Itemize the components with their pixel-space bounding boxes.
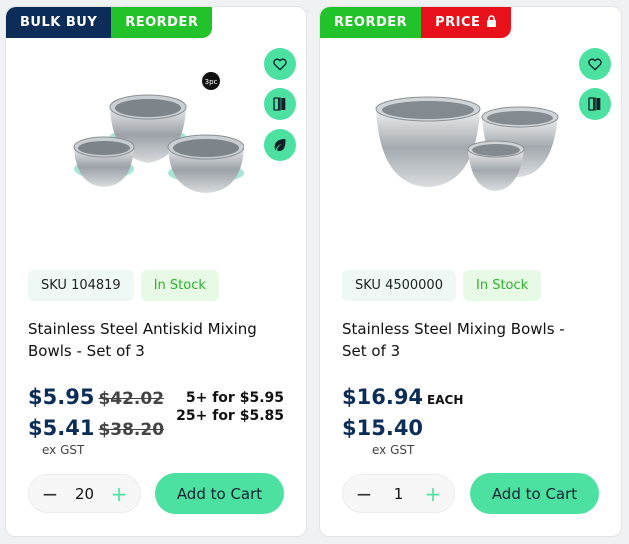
eco-button[interactable]: [264, 129, 296, 161]
wishlist-button[interactable]: [264, 48, 296, 80]
sku-tag: SKU 104819: [28, 270, 134, 301]
minus-icon[interactable]: −: [39, 482, 61, 506]
price-primary: $5.95 $42.02: [28, 385, 164, 409]
lock-icon: [486, 14, 497, 31]
plus-icon[interactable]: +: [108, 482, 130, 506]
tag-row: SKU 104819 In Stock: [28, 270, 219, 301]
reorder-badge: REORDER: [320, 7, 422, 38]
price-old-alt: $38.20: [98, 420, 165, 440]
price-badge-label: PRICE: [435, 15, 481, 30]
quantity-value[interactable]: 20: [75, 485, 94, 503]
heart-icon: [273, 58, 287, 71]
image-tag: 3pc: [205, 78, 218, 86]
price-current-alt: $5.41: [28, 416, 95, 440]
stock-status-badge: In Stock: [462, 270, 542, 301]
price-secondary: $5.41 $38.20: [28, 416, 164, 440]
add-to-cart-button[interactable]: Add to Cart: [470, 473, 599, 514]
stock-status-badge: In Stock: [140, 270, 219, 301]
compare-icon: [273, 97, 286, 111]
price-current-alt: $15.40: [342, 416, 424, 440]
product-image: [375, 96, 559, 191]
minus-icon[interactable]: −: [353, 482, 375, 506]
compare-button[interactable]: [264, 88, 296, 120]
bulk-tier: 5+ for $5.95: [185, 390, 284, 406]
quantity-stepper: − 20 +: [28, 474, 141, 513]
price-primary: $16.94 EACH: [342, 385, 463, 409]
price-unit: EACH: [427, 393, 464, 407]
product-title[interactable]: Stainless Steel Antiskid Mixing Bowls - …: [28, 318, 278, 362]
tag-row: SKU 4500000 In Stock: [342, 270, 542, 301]
reorder-badge: REORDER: [111, 7, 213, 38]
bulk-tier: 25+ for $5.85: [176, 408, 284, 424]
leaf-icon: [274, 139, 286, 151]
add-to-cart-button[interactable]: Add to Cart: [155, 473, 284, 514]
sku-tag: SKU 4500000: [342, 270, 456, 301]
product-card: REORDER PRICE SKU 4500000 In Stock Stain…: [319, 6, 622, 537]
price-lock-badge: PRICE: [421, 7, 512, 38]
reorder-badge-label: REORDER: [334, 15, 408, 30]
price-current: $16.94: [342, 385, 424, 409]
price-secondary: $15.40: [342, 416, 423, 440]
badge-row: REORDER PRICE: [320, 7, 512, 38]
wishlist-button[interactable]: [579, 48, 611, 80]
ex-gst-label: ex GST: [42, 443, 85, 457]
badge-row: BULK BUY REORDER: [6, 7, 213, 38]
product-card: BULK BUY REORDER 3pc SKU 104819 In Stock…: [5, 6, 307, 537]
price-old: $42.02: [98, 389, 165, 409]
plus-icon[interactable]: +: [422, 482, 444, 506]
bulk-buy-badge: BULK BUY: [6, 7, 112, 38]
compare-button[interactable]: [579, 88, 611, 120]
bulk-tier-list: 5+ for $5.95 25+ for $5.85: [176, 389, 284, 425]
quantity-stepper: − 1 +: [342, 474, 455, 513]
price-current: $5.95: [28, 385, 95, 409]
product-image: 3pc: [73, 72, 244, 193]
heart-icon: [588, 58, 602, 71]
quantity-value[interactable]: 1: [394, 485, 404, 503]
ex-gst-label: ex GST: [372, 443, 415, 457]
product-title[interactable]: Stainless Steel Mixing Bowls - Set of 3: [342, 318, 592, 362]
compare-icon: [588, 97, 601, 111]
